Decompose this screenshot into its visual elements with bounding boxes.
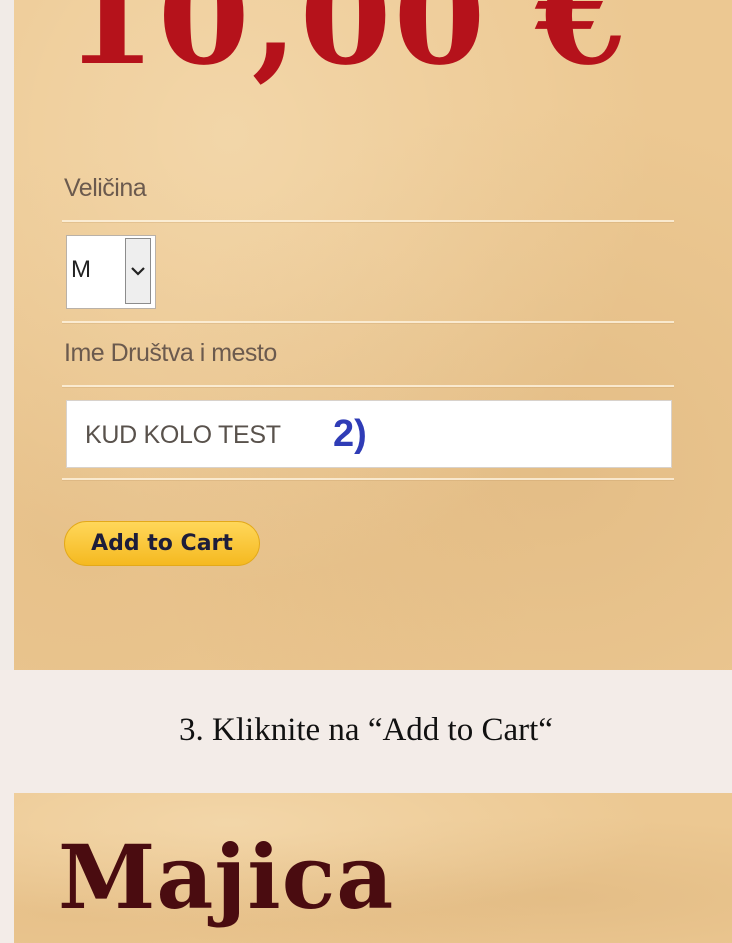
divider bbox=[62, 321, 674, 323]
club-name-input[interactable]: KUD KOLO TEST 2) bbox=[66, 400, 672, 468]
add-to-cart-button[interactable]: Add to Cart bbox=[64, 521, 260, 566]
product-price: 10,00 € bbox=[64, 0, 630, 95]
product-form-screenshot: 10,00 € Veličina M Ime Društva i mesto K… bbox=[14, 0, 732, 670]
divider bbox=[62, 220, 674, 222]
divider bbox=[62, 478, 674, 480]
size-label: Veličina bbox=[64, 174, 147, 202]
step-marker: 2) bbox=[333, 413, 367, 455]
club-name-label: Ime Društva i mesto bbox=[64, 339, 277, 367]
size-select[interactable]: M bbox=[66, 235, 156, 309]
chevron-down-icon[interactable] bbox=[125, 238, 151, 304]
size-select-value: M bbox=[71, 256, 91, 283]
divider bbox=[62, 385, 674, 387]
page-margin bbox=[0, 0, 14, 670]
club-name-input-value: KUD KOLO TEST bbox=[85, 421, 281, 449]
next-product-screenshot: Majica bbox=[14, 793, 732, 943]
instruction-caption: 3. Kliknite na “Add to Cart“ bbox=[179, 712, 553, 748]
product-title: Majica bbox=[58, 825, 395, 929]
